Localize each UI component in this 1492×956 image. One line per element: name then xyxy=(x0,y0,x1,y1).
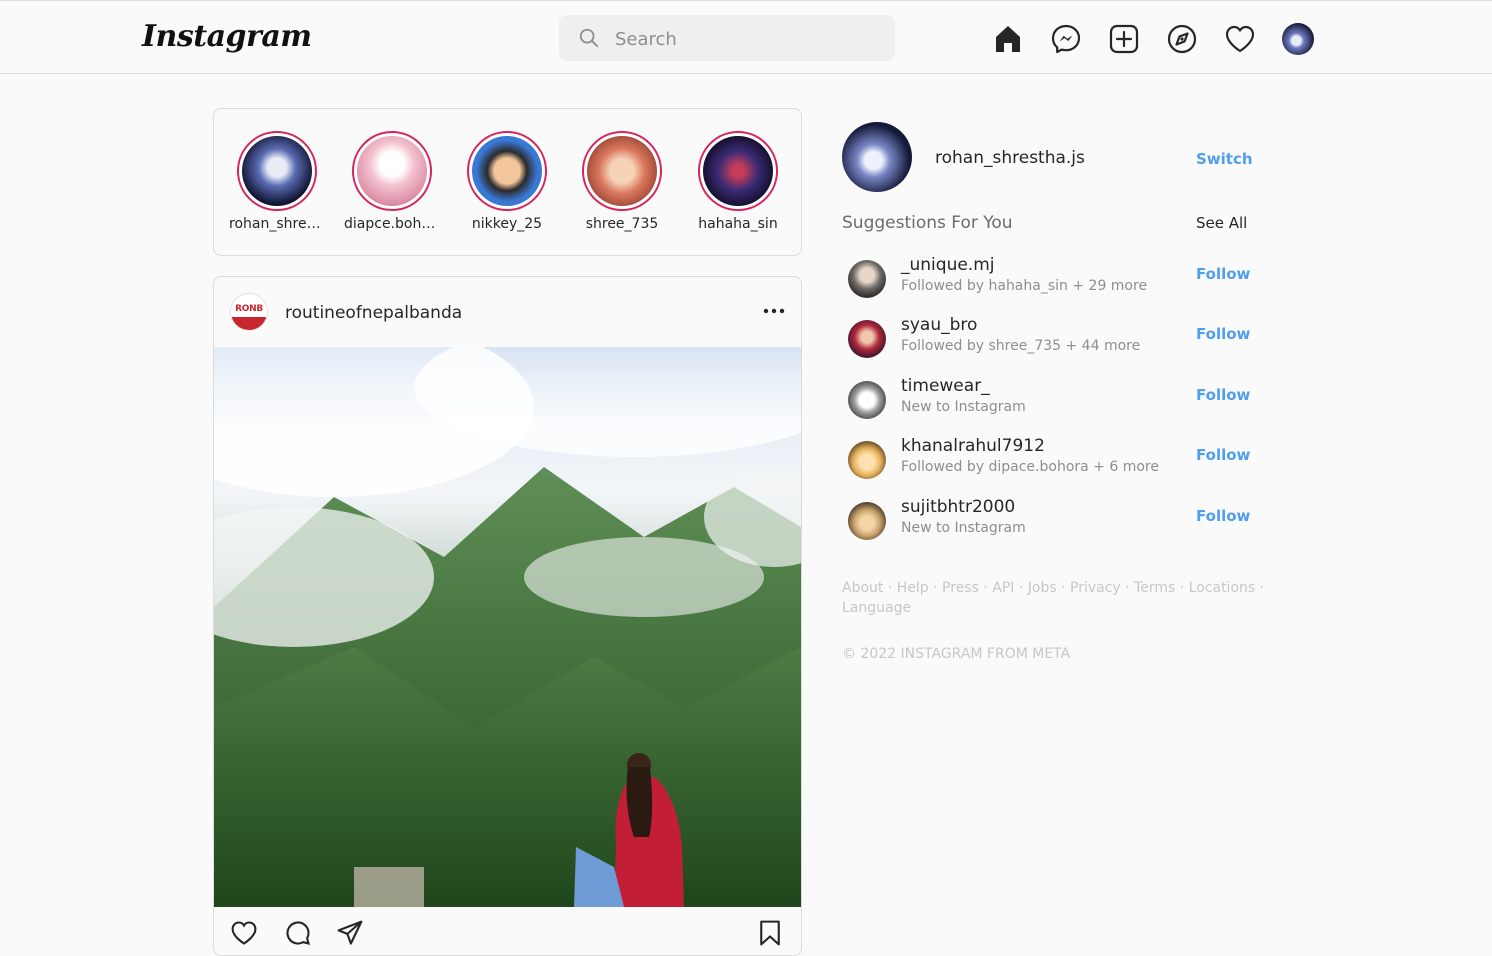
save-bookmark-icon[interactable] xyxy=(756,919,784,947)
story-avatar xyxy=(357,136,427,206)
footer-link-about[interactable]: About xyxy=(842,580,883,596)
footer-link-locations[interactable]: Locations xyxy=(1189,580,1256,596)
suggestions-title: Suggestions For You xyxy=(842,213,1013,233)
explore-compass-icon[interactable] xyxy=(1166,23,1198,55)
footer-link-jobs[interactable]: Jobs xyxy=(1028,580,1057,596)
see-all-link[interactable]: See All xyxy=(1196,214,1247,232)
suggestion-subtitle: Followed by dipace.bohora + 6 more xyxy=(901,459,1159,475)
stories-tray: rohan_shrestha.js diapce.bohora nikkey_2… xyxy=(213,108,802,256)
search-icon xyxy=(579,28,599,48)
footer-link-language[interactable]: Language xyxy=(842,600,911,616)
suggestion-avatar[interactable] xyxy=(848,320,886,358)
search-box[interactable] xyxy=(559,15,895,61)
post-actions-bar xyxy=(214,913,801,953)
comment-icon[interactable] xyxy=(284,919,312,947)
post-image[interactable] xyxy=(214,347,801,907)
suggestion-row: syau_bro Followed by shree_735 + 44 more… xyxy=(842,313,1262,363)
follow-button[interactable]: Follow xyxy=(1196,265,1250,283)
follow-button[interactable]: Follow xyxy=(1196,507,1250,525)
more-options-icon[interactable] xyxy=(762,299,786,323)
suggestion-username[interactable]: sujitbhtr2000 xyxy=(901,497,1015,517)
suggestion-row: sujitbhtr2000 New to Instagram Follow xyxy=(842,495,1262,545)
story-username: nikkey_25 xyxy=(471,216,543,232)
suggestion-subtitle: Followed by shree_735 + 44 more xyxy=(901,338,1141,354)
suggestion-avatar[interactable] xyxy=(848,441,886,479)
suggestion-avatar[interactable] xyxy=(848,502,886,540)
suggestion-row: _unique.mj Followed by hahaha_sin + 29 m… xyxy=(842,253,1262,303)
mountain-landscape-illustration xyxy=(214,347,801,907)
footer-link-privacy[interactable]: Privacy xyxy=(1070,580,1121,596)
follow-button[interactable]: Follow xyxy=(1196,386,1250,404)
story-avatar xyxy=(242,136,312,206)
footer-link-help[interactable]: Help xyxy=(897,580,929,596)
post-author-avatar[interactable]: RONB xyxy=(230,293,268,331)
suggestion-username[interactable]: timewear_ xyxy=(901,376,990,396)
profile-avatar-button[interactable] xyxy=(1282,23,1314,55)
top-navigation-bar: Instagram xyxy=(0,0,1492,74)
copyright-text: © 2022 INSTAGRAM FROM META xyxy=(842,646,1071,662)
suggestion-username[interactable]: _unique.mj xyxy=(901,255,994,275)
suggestion-row: timewear_ New to Instagram Follow xyxy=(842,374,1262,424)
suggestion-subtitle: New to Instagram xyxy=(901,520,1026,536)
suggestion-avatar[interactable] xyxy=(848,260,886,298)
story-username: diapce.bohora xyxy=(344,216,440,232)
story-avatar xyxy=(472,136,542,206)
suggestion-username[interactable]: khanalrahul7912 xyxy=(901,436,1045,456)
suggestion-avatar[interactable] xyxy=(848,381,886,419)
footer-links: About · Help · Press · API · Jobs · Priv… xyxy=(842,580,1265,616)
suggestion-username[interactable]: syau_bro xyxy=(901,315,977,335)
follow-button[interactable]: Follow xyxy=(1196,325,1250,343)
story-item[interactable]: rohan_shrestha.js xyxy=(229,131,325,232)
post-header: RONB routineofnepalbanda xyxy=(214,277,801,347)
search-input[interactable] xyxy=(613,23,877,55)
activity-heart-icon[interactable] xyxy=(1224,23,1256,55)
story-item[interactable]: hahaha_sin xyxy=(690,131,786,232)
switch-account-link[interactable]: Switch xyxy=(1196,150,1253,168)
story-item[interactable]: nikkey_25 xyxy=(459,131,555,232)
share-icon[interactable] xyxy=(336,919,364,947)
footer-link-api[interactable]: API xyxy=(992,580,1014,596)
instagram-logo[interactable]: Instagram xyxy=(142,19,312,54)
new-post-icon[interactable] xyxy=(1108,23,1140,55)
story-username: rohan_shrestha.js xyxy=(229,216,325,232)
story-avatar xyxy=(587,136,657,206)
messenger-icon[interactable] xyxy=(1050,23,1082,55)
story-item[interactable]: diapce.bohora xyxy=(344,131,440,232)
like-heart-icon[interactable] xyxy=(230,919,258,947)
post-author-username[interactable]: routineofnepalbanda xyxy=(285,303,462,323)
current-user-username[interactable]: rohan_shrestha.js xyxy=(935,148,1085,168)
suggestion-subtitle: Followed by hahaha_sin + 29 more xyxy=(901,278,1148,294)
footer-link-press[interactable]: Press xyxy=(942,580,979,596)
story-item[interactable]: shree_735 xyxy=(574,131,670,232)
suggestion-row: khanalrahul7912 Followed by dipace.bohor… xyxy=(842,434,1262,484)
story-username: shree_735 xyxy=(585,216,659,232)
current-user-avatar[interactable] xyxy=(842,122,912,192)
post-author-avatar-text: RONB xyxy=(235,304,263,314)
follow-button[interactable]: Follow xyxy=(1196,446,1250,464)
story-username: hahaha_sin xyxy=(698,216,778,232)
feed-post: RONB routineofnepalbanda xyxy=(213,276,802,956)
home-icon[interactable] xyxy=(992,23,1024,55)
footer-link-terms[interactable]: Terms xyxy=(1134,580,1175,596)
story-avatar xyxy=(703,136,773,206)
suggestion-subtitle: New to Instagram xyxy=(901,399,1026,415)
